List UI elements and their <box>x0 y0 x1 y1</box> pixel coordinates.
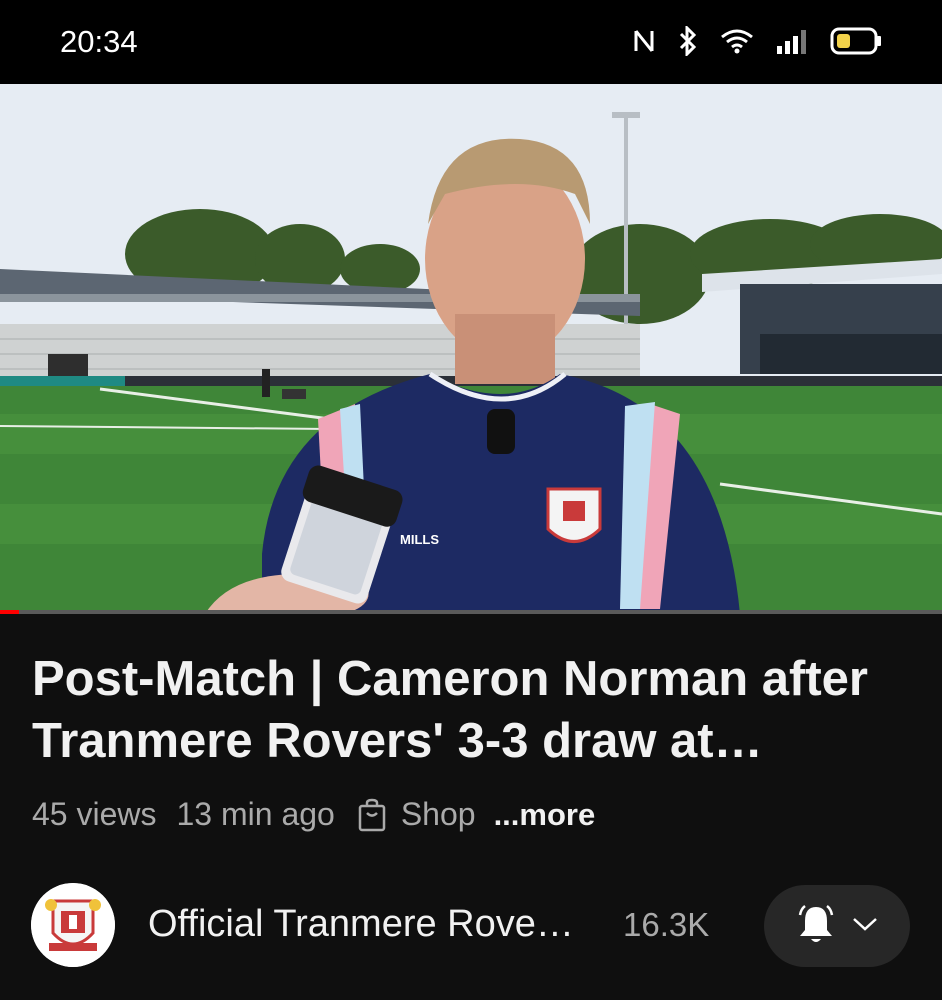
status-bar: 20:34 <box>0 0 942 84</box>
status-icons <box>632 26 882 56</box>
wifi-icon <box>720 28 754 54</box>
status-time: 20:34 <box>60 24 138 59</box>
view-count: 45 views <box>32 796 157 832</box>
video-frame: MILLS <box>0 84 942 614</box>
more-link[interactable]: ...more <box>494 797 596 833</box>
video-title[interactable]: Post-Match | Cameron Norman after Tranme… <box>32 648 922 772</box>
progress-fill <box>0 610 19 614</box>
progress-bar[interactable] <box>0 610 942 614</box>
channel-name[interactable]: Official Tranmere Rove… <box>148 903 574 946</box>
signal-icon <box>776 28 808 54</box>
bell-icon <box>796 903 836 950</box>
notification-button[interactable] <box>764 885 910 967</box>
svg-text:MILLS: MILLS <box>400 532 439 547</box>
shop-link[interactable]: Shop <box>401 796 476 833</box>
channel-row: Official Tranmere Rove… 16.3K <box>0 880 942 970</box>
bluetooth-icon <box>678 26 698 56</box>
battery-icon <box>830 27 882 55</box>
video-player[interactable]: MILLS <box>0 84 942 614</box>
video-meta[interactable]: 45 views 13 min ago Shop ...more <box>32 796 595 833</box>
chevron-down-icon <box>852 916 878 937</box>
channel-avatar[interactable] <box>31 883 115 967</box>
upload-age: 13 min ago <box>176 796 335 832</box>
club-crest-icon <box>31 883 115 967</box>
subscriber-count: 16.3K <box>623 906 710 943</box>
shopping-bag-icon <box>357 798 387 832</box>
nfc-icon <box>632 27 656 55</box>
